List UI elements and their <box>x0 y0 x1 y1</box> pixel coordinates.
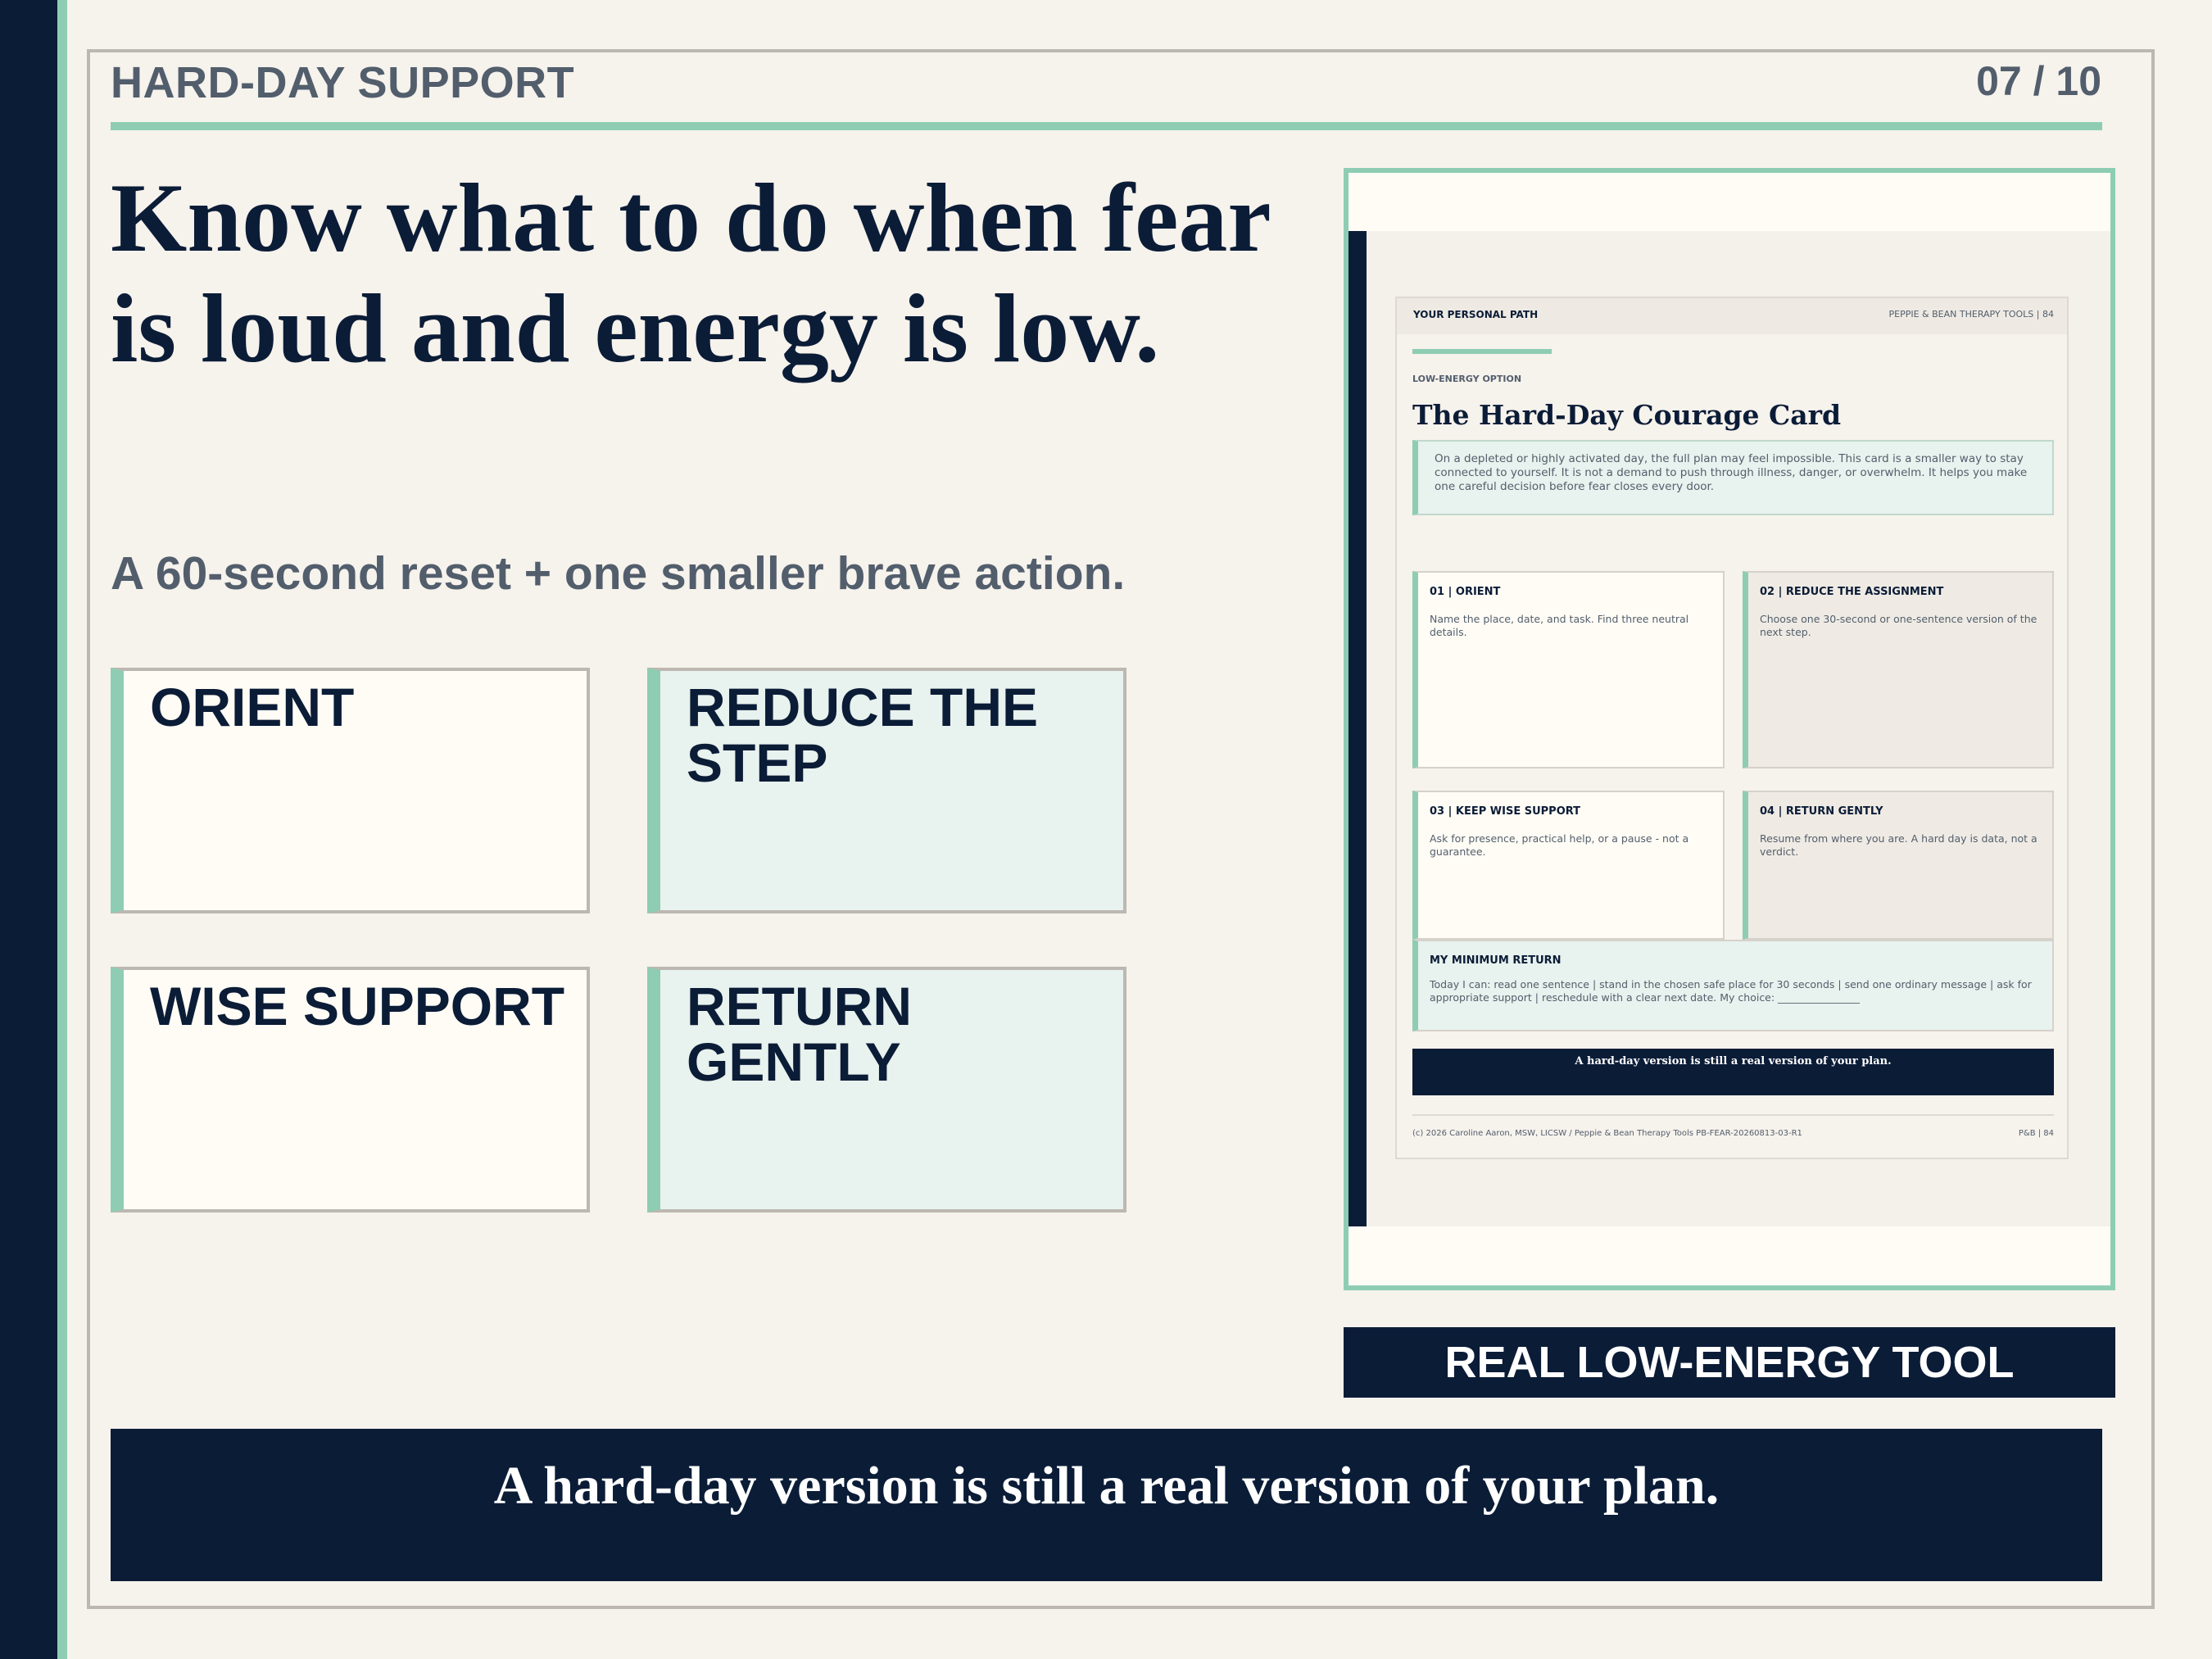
document-footer-right: P&B | 84 <box>2018 1129 2054 1138</box>
step-body: Name the place, date, and task. Find thr… <box>1430 613 1689 638</box>
document-footer-rule <box>1412 1114 2054 1116</box>
document-minimum-return: MY MINIMUM RETURN Today I can: read one … <box>1412 940 2054 1031</box>
document-footer-left: (c) 2026 Caroline Aaron, MSW, LICSW / Pe… <box>1412 1129 1802 1138</box>
document-intro: On a depleted or highly activated day, t… <box>1412 440 2054 515</box>
bottom-banner: A hard-day version is still a real versi… <box>111 1429 2102 1581</box>
document-accent-rule <box>1412 349 1552 354</box>
card-reduce-the-step: REDUCE THE STEP <box>647 668 1126 913</box>
card-orient: ORIENT <box>111 668 590 913</box>
step-body: Resume from where you are. A hard day is… <box>1760 832 2037 858</box>
document-step-orient: 01 | ORIENT Name the place, date, and ta… <box>1412 571 1725 768</box>
document-header-left: YOUR PERSONAL PATH <box>1413 309 1539 320</box>
header-rule <box>111 122 2102 130</box>
minimum-return-heading: MY MINIMUM RETURN <box>1430 954 1562 967</box>
step-heading: 02 | REDUCE THE ASSIGNMENT <box>1760 586 1944 598</box>
document-preview-spine <box>1349 231 1367 1226</box>
card-title: REDUCE THE STEP <box>687 677 1039 793</box>
minimum-return-body: Today I can: read one sentence | stand i… <box>1430 978 2032 1004</box>
page-number: 07 / 10 <box>1976 58 2101 104</box>
section-label: HARD-DAY SUPPORT <box>111 58 575 107</box>
card-title: ORIENT <box>150 677 355 737</box>
step-heading: 01 | ORIENT <box>1430 586 1501 598</box>
step-heading: 03 | KEEP WISE SUPPORT <box>1430 805 1581 818</box>
left-mint-stripe <box>57 0 67 1659</box>
card-wise-support: WISE SUPPORT <box>111 967 590 1213</box>
tool-label-banner: REAL LOW-ENERGY TOOL <box>1344 1327 2115 1398</box>
step-body: Choose one 30-second or one-sentence ver… <box>1760 613 2037 638</box>
card-title: RETURN GENTLY <box>687 976 912 1092</box>
slide-headline: Know what to do when fear is loud and en… <box>111 163 1270 383</box>
step-heading: 04 | RETURN GENTLY <box>1760 805 1883 818</box>
card-title: WISE SUPPORT <box>150 976 565 1036</box>
document-step-support: 03 | KEEP WISE SUPPORT Ask for presence,… <box>1412 791 1725 940</box>
document-step-return: 04 | RETURN GENTLY Resume from where you… <box>1743 791 2054 940</box>
left-navy-stripe <box>0 0 57 1659</box>
step-body: Ask for presence, practical help, or a p… <box>1430 832 1689 858</box>
card-return-gently: RETURN GENTLY <box>647 967 1126 1213</box>
document-step-reduce: 02 | REDUCE THE ASSIGNMENT Choose one 30… <box>1743 571 2054 768</box>
slide-subheadline: A 60-second reset + one smaller brave ac… <box>111 547 1126 600</box>
document-kicker: LOW-ENERGY OPTION <box>1412 374 1522 384</box>
document-header-right: PEPPIE & BEAN THERAPY TOOLS | 84 <box>1888 309 2054 320</box>
document-title: The Hard-Day Courage Card <box>1412 399 1842 431</box>
document-banner: A hard-day version is still a real versi… <box>1412 1049 2054 1095</box>
